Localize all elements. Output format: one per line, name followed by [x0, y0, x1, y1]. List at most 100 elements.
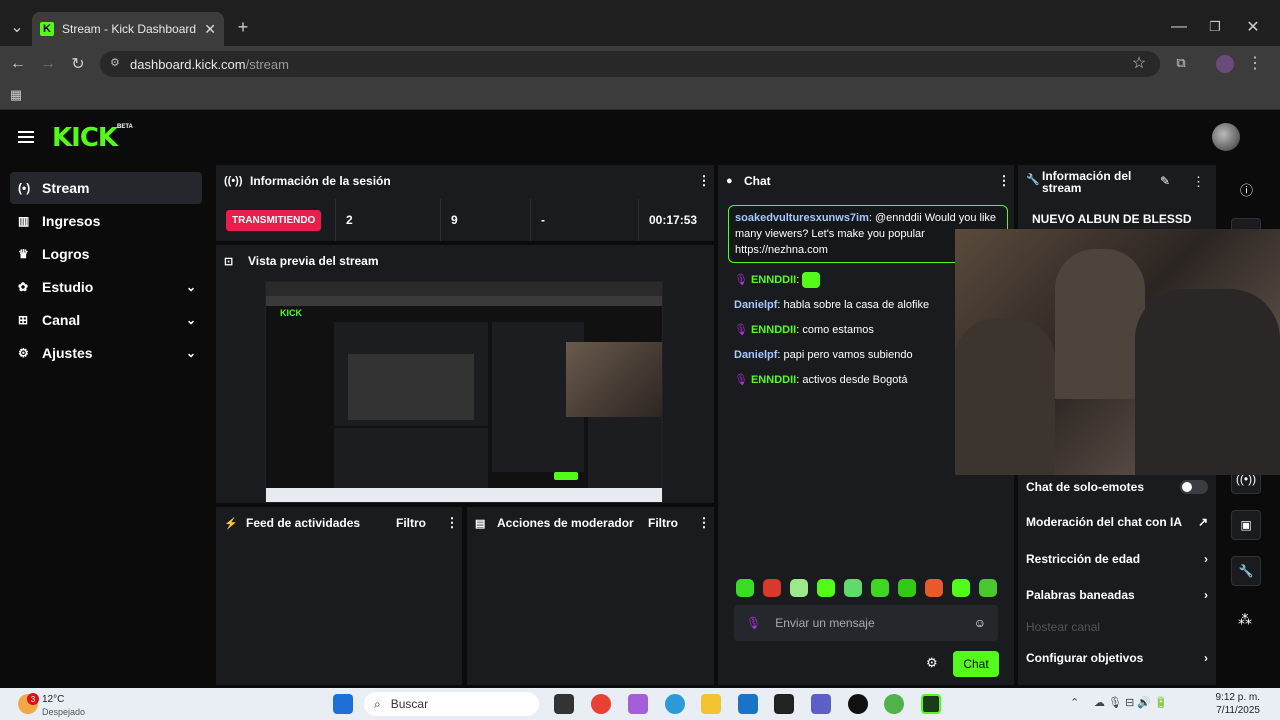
copilot-icon[interactable]	[628, 694, 648, 714]
chat-username[interactable]: ENNDDII	[751, 274, 796, 286]
info-icon[interactable]: ⓘ	[1240, 180, 1253, 199]
age-restriction-setting[interactable]: Restricción de edad ›	[1026, 544, 1208, 574]
address-bar-row: ← → ↻ ⚙ dashboard.kick.com/stream ☆ ⧉ ⋮	[0, 46, 1280, 82]
wrench-rail-icon[interactable]: 🔧	[1231, 556, 1261, 586]
more-options-icon[interactable]: ⋮	[694, 515, 714, 531]
stream-preview-video[interactable]: KICK	[265, 281, 663, 503]
weather-desc: Despejado	[42, 707, 86, 717]
chrome-icon[interactable]	[591, 694, 611, 714]
emotes-only-setting[interactable]: Chat de solo-emotes	[1026, 472, 1208, 502]
close-window-icon[interactable]: ✕	[1244, 18, 1262, 36]
profile-avatar[interactable]	[1216, 55, 1234, 73]
emote-icon[interactable]	[871, 579, 889, 597]
emote-icon[interactable]	[736, 579, 754, 597]
kick-logo[interactable]: KICK	[52, 123, 118, 153]
send-chat-button[interactable]: Chat	[953, 651, 999, 677]
utorrent-icon[interactable]	[884, 694, 904, 714]
user-avatar[interactable]	[1212, 123, 1240, 151]
kick-app-icon[interactable]	[921, 694, 941, 714]
emote-icon[interactable]	[844, 579, 862, 597]
activity-feed-header: ⚡ Feed de actividades Filtro ⋮	[216, 507, 462, 539]
file-explorer-icon[interactable]	[701, 694, 721, 714]
chat-username[interactable]: ENNDDII	[751, 324, 796, 336]
setting-label: Moderación del chat con IA	[1026, 515, 1183, 529]
sidebar-item-estudio[interactable]: ✿ Estudio ⌄	[10, 271, 202, 303]
apps-grid-icon[interactable]: ▦	[8, 87, 24, 103]
setting-label: Configurar objetivos	[1026, 651, 1144, 665]
session-info-panel: ((•)) Información de la sesión ⋮ TRANSMI…	[216, 165, 714, 241]
chat-input-placeholder: Enviar un mensaje	[775, 616, 875, 630]
taskbar-search-label: Buscar	[390, 697, 429, 711]
tab-list-icon[interactable]: ⌄	[8, 18, 26, 36]
chat-message-input[interactable]: 🎙 Enviar un mensaje ☺	[734, 605, 998, 641]
broadcast-icon: (•)	[18, 181, 31, 195]
ai-moderation-setting[interactable]: Moderación del chat con IA ↗	[1026, 507, 1208, 537]
activity-filter-button[interactable]: Filtro	[396, 516, 426, 530]
minimize-icon[interactable]: —	[1170, 18, 1188, 36]
emote-icon[interactable]	[898, 579, 916, 597]
banned-words-setting[interactable]: Palabras baneadas ›	[1026, 580, 1208, 610]
chat-username[interactable]: ENNDDII	[751, 374, 796, 386]
url-input[interactable]: ⚙ dashboard.kick.com/stream	[100, 51, 1160, 77]
new-tab-icon[interactable]: +	[234, 17, 252, 37]
sidebar-item-ajustes[interactable]: ⚙ Ajustes ⌄	[10, 337, 202, 369]
back-icon[interactable]: ←	[8, 54, 28, 74]
reload-icon[interactable]: ↻	[68, 54, 88, 74]
chat-username[interactable]: Danielpf	[734, 299, 777, 311]
outlook-icon[interactable]	[738, 694, 758, 714]
emote-icon[interactable]	[763, 579, 781, 597]
emote-icon[interactable]	[952, 579, 970, 597]
start-icon[interactable]	[333, 694, 353, 714]
site-info-icon[interactable]: ⚙	[110, 56, 120, 69]
restore-icon[interactable]: ❐	[1206, 18, 1224, 36]
goals-setting[interactable]: Configurar objetivos ›	[1026, 643, 1208, 673]
close-tab-icon[interactable]: ✕	[204, 21, 216, 38]
setting-label: Chat de solo-emotes	[1026, 480, 1145, 494]
chat-text: como estamos	[802, 324, 874, 337]
panel-title: Información del stream	[1042, 170, 1131, 194]
live-badge: TRANSMITIENDO	[226, 209, 322, 231]
tray-icons[interactable]: ☁ 🎙 ⊟ 🔊 🔋	[1094, 696, 1168, 709]
emote-quick-bar	[736, 579, 997, 597]
chart-icon: ▥	[18, 214, 30, 228]
emote-icon[interactable]	[979, 579, 997, 597]
call-of-duty-icon[interactable]	[774, 694, 794, 714]
person-right	[1135, 289, 1280, 475]
chat-username[interactable]: Danielpf	[734, 349, 777, 361]
emotes-only-toggle[interactable]	[1180, 480, 1208, 494]
emote-icon[interactable]	[817, 579, 835, 597]
task-view-icon[interactable]	[554, 694, 574, 714]
edge-icon[interactable]	[665, 694, 685, 714]
layout-rail-icon[interactable]: ▣	[1231, 510, 1261, 540]
edit-pencil-icon[interactable]: ✎	[1160, 174, 1170, 188]
followers-count: 9	[441, 199, 531, 241]
stream-duration: 00:17:53	[649, 213, 698, 227]
sidebar-item-canal[interactable]: ⊞ Canal ⌄	[10, 304, 202, 336]
sidebar-item-ingresos[interactable]: ▥ Ingresos	[10, 205, 202, 237]
sidebar: (•) Stream ▥ Ingresos ♛ Logros ✿ Estudio…	[0, 163, 210, 688]
sidebar-item-logros[interactable]: ♛ Logros	[10, 238, 202, 270]
sidebar-item-stream[interactable]: (•) Stream	[10, 172, 202, 204]
tray-chevron-icon[interactable]: ⌃	[1070, 696, 1079, 709]
forward-icon[interactable]: →	[38, 54, 58, 74]
mod-filter-button[interactable]: Filtro	[648, 516, 678, 530]
emoji-picker-icon[interactable]: ☺	[974, 616, 986, 630]
more-options-icon[interactable]: ⋮	[442, 515, 462, 531]
emote-icon[interactable]	[925, 579, 943, 597]
browser-tab[interactable]: K Stream - Kick Dashboard ✕	[32, 12, 224, 46]
chat-username[interactable]: soakedvulturesxunws7im	[735, 212, 869, 224]
extensions-icon[interactable]: ⧉	[1172, 54, 1190, 72]
bookmark-star-icon[interactable]: ☆	[1130, 54, 1148, 72]
browser-menu-icon[interactable]: ⋮	[1246, 54, 1264, 72]
emote-icon[interactable]	[790, 579, 808, 597]
chat-settings-icon[interactable]: ⚙	[926, 655, 938, 671]
more-options-icon[interactable]: ⋮	[994, 173, 1014, 189]
more-options-icon[interactable]: ⋮	[694, 173, 714, 189]
obs-icon[interactable]	[848, 694, 868, 714]
taskbar-search[interactable]: ⌕ Buscar	[364, 692, 539, 716]
teams-icon[interactable]	[811, 694, 831, 714]
people-icon[interactable]: ⁂	[1238, 611, 1252, 628]
menu-icon[interactable]	[18, 131, 34, 146]
more-options-icon[interactable]: ⋮	[1192, 174, 1205, 190]
gear-icon: ⚙	[18, 346, 29, 360]
